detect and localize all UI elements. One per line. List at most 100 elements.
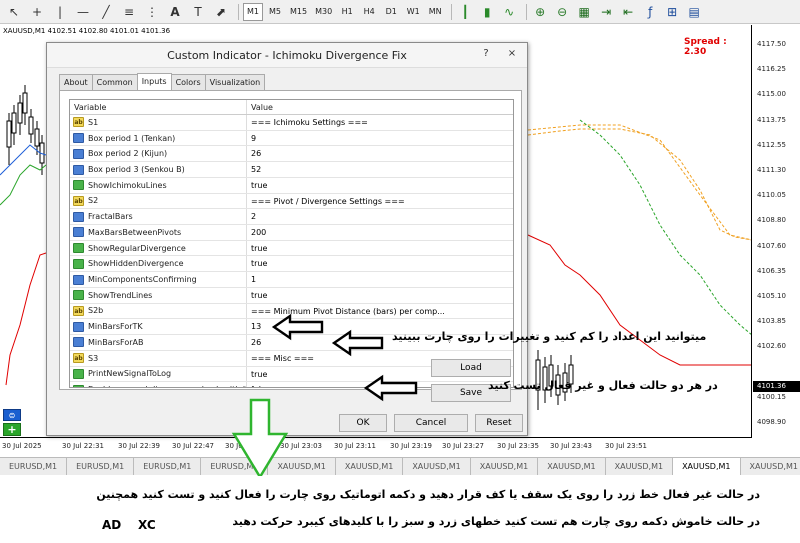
symbol-tab[interactable]: EURUSD,M1 xyxy=(0,458,68,475)
indicators-icon[interactable]: ƒ xyxy=(641,3,659,21)
table-row[interactable]: ShowIchimokuLines true xyxy=(70,177,513,194)
param-value[interactable]: true xyxy=(247,241,513,256)
trendline-icon[interactable]: ╱ xyxy=(96,2,116,22)
param-value[interactable]: 52 xyxy=(247,162,513,177)
timeframe-m15[interactable]: M15 xyxy=(287,3,310,21)
cursor-icon[interactable]: ↖ xyxy=(4,2,24,22)
vertical-line-icon[interactable]: | xyxy=(50,2,70,22)
symbol-tab[interactable]: XAUUSD,M1 xyxy=(673,458,741,475)
tab-common[interactable]: Common xyxy=(91,74,138,90)
string-type-icon: ab xyxy=(73,353,84,364)
table-row[interactable]: Box period 3 (Senkou B) 52 xyxy=(70,162,513,178)
symbol-tab[interactable]: EURUSD,M1 xyxy=(134,458,202,475)
price-tick-label: 4116.25 xyxy=(757,65,786,74)
param-value[interactable]: 9 xyxy=(247,131,513,146)
text-tool-icon[interactable]: A xyxy=(165,2,185,22)
timeframe-m5[interactable]: M5 xyxy=(265,3,285,21)
zoom-out-icon[interactable]: ⊖ xyxy=(553,3,571,21)
auto-divergence-button[interactable]: ⊜ xyxy=(3,409,21,421)
param-value[interactable]: 26 xyxy=(247,146,513,161)
crosshair-icon[interactable]: + xyxy=(27,2,47,22)
label-tool-icon[interactable]: T xyxy=(188,2,208,22)
param-name: MinComponentsConfirming xyxy=(88,275,197,285)
timeframe-mn[interactable]: MN xyxy=(425,3,445,21)
cancel-button[interactable]: Cancel xyxy=(394,414,468,432)
param-value[interactable]: 2 xyxy=(247,209,513,224)
table-row[interactable]: MaxBarsBetweenPivots 200 xyxy=(70,225,513,241)
chikou-line-right xyxy=(579,119,751,335)
param-value[interactable]: true xyxy=(247,178,513,193)
integer-type-icon xyxy=(73,337,84,348)
table-row[interactable]: ShowTrendLines true xyxy=(70,287,513,304)
symbol-tab[interactable]: XAUUSD,M1 xyxy=(268,458,336,475)
chart-shift-icon[interactable]: ⇤ xyxy=(619,3,637,21)
zoom-in-icon[interactable]: ⊕ xyxy=(531,3,549,21)
note-key-ad: AD xyxy=(102,518,122,532)
channel-icon[interactable]: ≡ xyxy=(119,2,139,22)
param-name-cell: ShowRegularDivergence xyxy=(70,240,247,256)
timeframe-d1[interactable]: D1 xyxy=(381,3,401,21)
candle-body xyxy=(28,116,34,135)
table-row[interactable]: MinComponentsConfirming 1 xyxy=(70,272,513,288)
ok-button[interactable]: OK xyxy=(339,414,387,432)
param-value[interactable]: === Pivot / Divergence Settings === xyxy=(247,194,513,209)
column-value[interactable]: Value xyxy=(247,100,273,114)
param-value[interactable]: 200 xyxy=(247,225,513,240)
table-row[interactable]: Box period 1 (Tenkan) 9 xyxy=(70,130,513,147)
bar-chart-icon[interactable]: ┃ xyxy=(456,3,474,21)
price-tick-label: 4100.15 xyxy=(757,392,786,401)
symbol-tab[interactable]: XAUUSD,M1 xyxy=(403,458,471,475)
timeframe-h4[interactable]: H4 xyxy=(359,3,379,21)
horizontal-line-icon[interactable]: — xyxy=(73,2,93,22)
param-name: ShowHiddenDivergence xyxy=(88,259,184,269)
table-row[interactable]: Box period 2 (Kijun) 26 xyxy=(70,146,513,163)
param-value[interactable]: true xyxy=(247,288,513,303)
templates-icon[interactable]: ▤ xyxy=(685,3,703,21)
candlestick-icon[interactable]: ▮ xyxy=(478,3,496,21)
close-button[interactable]: × xyxy=(505,47,519,61)
table-row[interactable]: ab S2b === Minimum Pivot Distance (bars) p… xyxy=(70,303,513,320)
symbol-tab[interactable]: XAUUSD,M1 xyxy=(606,458,674,475)
param-name-cell: MaxBarsBetweenPivots xyxy=(70,225,247,240)
timeframe-w1[interactable]: W1 xyxy=(403,3,423,21)
grid-icon[interactable]: ▦ xyxy=(575,3,593,21)
arrows-tool-icon[interactable]: ⬈ xyxy=(211,2,231,22)
column-variable[interactable]: Variable xyxy=(70,100,247,114)
param-value[interactable]: 1 xyxy=(247,272,513,287)
table-row[interactable]: ab S1 === Ichimoku Settings === xyxy=(70,115,513,131)
symbol-tab[interactable]: EURUSD,M1 xyxy=(201,458,269,475)
candle-body xyxy=(11,112,17,134)
help-button[interactable]: ? xyxy=(479,47,493,61)
tab-inputs[interactable]: Inputs xyxy=(136,73,172,90)
table-row[interactable]: FractalBars 2 xyxy=(70,209,513,226)
reset-button[interactable]: Reset xyxy=(475,414,523,432)
symbol-tab[interactable]: XAUUSD,M1 xyxy=(538,458,606,475)
tab-about[interactable]: About xyxy=(59,74,93,90)
param-name: MaxBarsBetweenPivots xyxy=(88,227,182,237)
timeframe-m30[interactable]: M30 xyxy=(312,3,335,21)
senkou-a-edge xyxy=(527,124,751,241)
symbol-tab[interactable]: XAUUSD,M1 xyxy=(741,458,800,475)
table-row[interactable]: ab S2 === Pivot / Divergence Settings === xyxy=(70,193,513,210)
tab-visualization[interactable]: Visualization xyxy=(204,74,266,90)
time-tick-label: 30 Jul 22:47 xyxy=(172,442,214,450)
table-row[interactable]: ShowRegularDivergence true xyxy=(70,240,513,257)
time-tick-label: 30 Jul 22:55 xyxy=(225,442,267,450)
tab-colors[interactable]: Colors xyxy=(170,74,206,90)
param-value[interactable]: === Ichimoku Settings === xyxy=(247,115,513,130)
manual-divergence-button[interactable]: + xyxy=(3,423,21,436)
chart-info-label: XAUUSD,M1 4102.51 4102.80 4101.01 4101.3… xyxy=(3,27,171,35)
symbol-tab[interactable]: XAUUSD,M1 xyxy=(336,458,404,475)
param-value[interactable]: true xyxy=(247,256,513,271)
table-row[interactable]: ShowHiddenDivergence true xyxy=(70,256,513,273)
auto-scroll-icon[interactable]: ⇥ xyxy=(597,3,615,21)
timeframe-m1[interactable]: M1 xyxy=(243,2,263,21)
load-button[interactable]: Load xyxy=(431,359,511,377)
symbol-tab[interactable]: XAUUSD,M1 xyxy=(471,458,539,475)
line-chart-icon[interactable]: ∿ xyxy=(500,3,518,21)
periods-icon[interactable]: ⊞ xyxy=(663,3,681,21)
timeframe-h1[interactable]: H1 xyxy=(337,3,357,21)
symbol-tab[interactable]: EURUSD,M1 xyxy=(67,458,135,475)
fibo-icon[interactable]: ⋮ xyxy=(142,2,162,22)
param-value[interactable]: === Minimum Pivot Distance (bars) per co… xyxy=(247,304,513,319)
